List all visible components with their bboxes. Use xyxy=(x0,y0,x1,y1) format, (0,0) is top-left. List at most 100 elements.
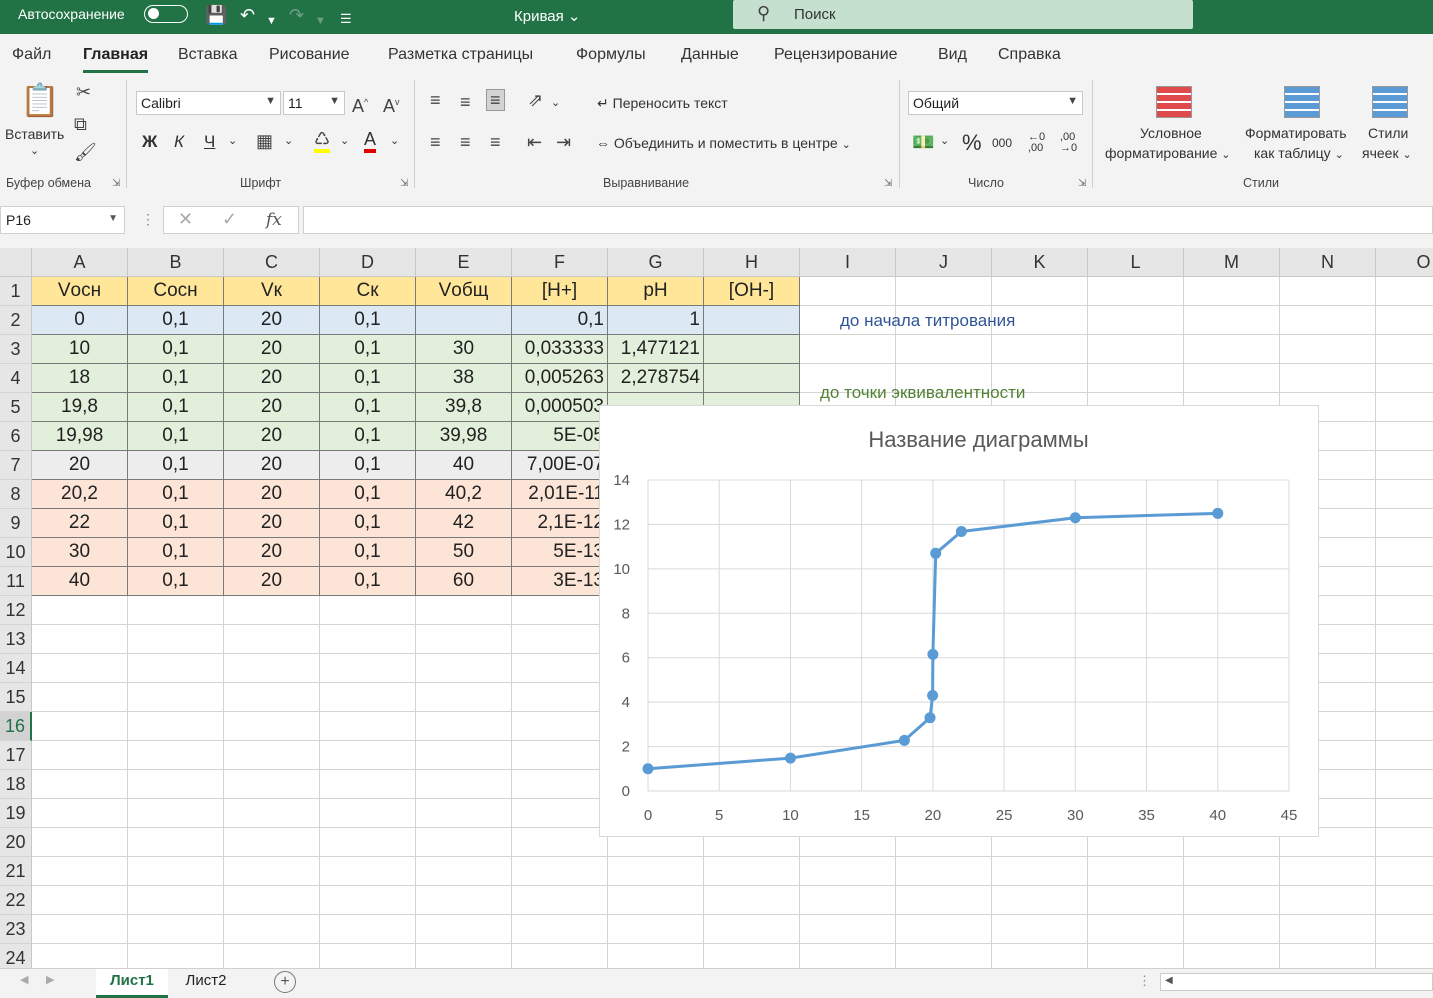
empty-cell[interactable] xyxy=(1376,944,1433,968)
document-title[interactable]: Кривая ⌄ xyxy=(514,7,580,25)
table-cell[interactable]: 0,033333 xyxy=(512,335,608,364)
empty-cell[interactable] xyxy=(416,886,512,915)
customize-toolbar-icon[interactable]: ☰ xyxy=(340,8,352,30)
empty-cell[interactable] xyxy=(512,625,608,654)
row-header[interactable]: 8 xyxy=(0,480,32,509)
row-header[interactable]: 24 xyxy=(0,944,32,968)
accounting-dropdown-icon[interactable]: ⌄ xyxy=(940,134,949,147)
column-header[interactable]: D xyxy=(320,248,416,277)
empty-cell[interactable] xyxy=(1376,683,1433,712)
name-box[interactable]: P16 ▼ xyxy=(0,206,125,234)
empty-cell[interactable] xyxy=(1376,770,1433,799)
align-center-icon[interactable]: ≡ xyxy=(460,132,471,152)
table-cell[interactable]: 30 xyxy=(416,335,512,364)
table-cell[interactable]: 20 xyxy=(224,509,320,538)
empty-cell[interactable] xyxy=(32,915,128,944)
empty-cell[interactable] xyxy=(1376,712,1433,741)
row-header[interactable]: 3 xyxy=(0,335,32,364)
decrease-font-icon[interactable]: Av xyxy=(383,92,400,116)
empty-cell[interactable] xyxy=(128,625,224,654)
tab-draw[interactable]: Рисование xyxy=(269,46,350,64)
empty-cell[interactable] xyxy=(416,712,512,741)
empty-cell[interactable] xyxy=(1376,480,1433,509)
insert-function-icon[interactable]: fx xyxy=(266,210,282,230)
row-header[interactable]: 14 xyxy=(0,654,32,683)
empty-cell[interactable] xyxy=(1088,915,1184,944)
table-cell[interactable]: 39,8 xyxy=(416,393,512,422)
table-cell[interactable]: 0,1 xyxy=(512,306,608,335)
empty-cell[interactable] xyxy=(320,857,416,886)
empty-cell[interactable] xyxy=(512,683,608,712)
table-cell[interactable]: 0,1 xyxy=(128,364,224,393)
table-cell[interactable]: 20 xyxy=(224,567,320,596)
empty-cell[interactable] xyxy=(608,886,704,915)
fill-dropdown-icon[interactable]: ⌄ xyxy=(340,134,349,147)
increase-indent-icon[interactable]: ⇥ xyxy=(556,132,571,152)
empty-cell[interactable] xyxy=(1376,625,1433,654)
increase-decimal-icon[interactable]: ←0,00 xyxy=(1028,132,1045,154)
next-sheet-icon[interactable]: ▶ xyxy=(46,973,54,986)
empty-cell[interactable] xyxy=(416,915,512,944)
empty-cell[interactable] xyxy=(704,915,800,944)
cell-styles-line1[interactable]: Стили xyxy=(1368,125,1408,141)
row-header[interactable]: 19 xyxy=(0,799,32,828)
empty-cell[interactable] xyxy=(1088,944,1184,968)
table-cell[interactable]: 20,2 xyxy=(32,480,128,509)
select-all-corner[interactable] xyxy=(0,248,32,277)
column-header[interactable]: A xyxy=(32,248,128,277)
empty-cell[interactable] xyxy=(1280,335,1376,364)
empty-cell[interactable] xyxy=(1280,886,1376,915)
table-cell[interactable]: 30 xyxy=(32,538,128,567)
empty-cell[interactable] xyxy=(1184,335,1280,364)
empty-cell[interactable] xyxy=(512,741,608,770)
row-header[interactable]: 10 xyxy=(0,538,32,567)
empty-cell[interactable] xyxy=(128,596,224,625)
alignment-launcher-icon[interactable]: ⇲ xyxy=(884,178,892,189)
align-middle-icon[interactable]: ≡ xyxy=(460,92,471,112)
increase-font-icon[interactable]: A^ xyxy=(352,92,368,116)
table-cell[interactable]: 20 xyxy=(224,364,320,393)
titration-chart[interactable]: Название диаграммы 0 2 4 6 8 10 12 14 0 5 10 15 20 25 3… xyxy=(599,405,1319,837)
table-header-cell[interactable]: Vосн xyxy=(32,277,128,306)
empty-cell[interactable] xyxy=(1088,306,1184,335)
row-header[interactable]: 2 xyxy=(0,306,32,335)
empty-cell[interactable] xyxy=(512,944,608,968)
row-header[interactable]: 13 xyxy=(0,625,32,654)
empty-cell[interactable] xyxy=(512,857,608,886)
percent-button[interactable]: % xyxy=(962,130,982,156)
underline-dropdown-icon[interactable]: ⌄ xyxy=(228,134,237,147)
empty-cell[interactable] xyxy=(1184,915,1280,944)
empty-cell[interactable] xyxy=(1280,915,1376,944)
empty-cell[interactable] xyxy=(1376,799,1433,828)
empty-cell[interactable] xyxy=(32,799,128,828)
empty-cell[interactable] xyxy=(800,886,896,915)
empty-cell[interactable] xyxy=(1280,944,1376,968)
column-header[interactable]: G xyxy=(608,248,704,277)
borders-dropdown-icon[interactable]: ⌄ xyxy=(284,134,293,147)
row-header[interactable]: 7 xyxy=(0,451,32,480)
table-cell[interactable]: 1 xyxy=(608,306,704,335)
table-cell[interactable] xyxy=(704,335,800,364)
empty-cell[interactable] xyxy=(128,654,224,683)
empty-cell[interactable] xyxy=(1376,335,1433,364)
empty-cell[interactable] xyxy=(896,886,992,915)
table-cell[interactable]: 0,1 xyxy=(320,480,416,509)
tab-home[interactable]: Главная xyxy=(83,46,149,73)
table-cell[interactable]: 0,1 xyxy=(128,480,224,509)
table-cell[interactable]: 20 xyxy=(224,480,320,509)
empty-cell[interactable] xyxy=(512,654,608,683)
empty-cell[interactable] xyxy=(1376,828,1433,857)
empty-cell[interactable] xyxy=(32,741,128,770)
borders-icon[interactable]: ▦ xyxy=(256,131,273,151)
font-launcher-icon[interactable]: ⇲ xyxy=(400,178,408,189)
paste-button[interactable]: Вставить xyxy=(5,126,64,142)
tab-splitter-icon[interactable]: ⋮ xyxy=(1138,973,1151,989)
tab-insert[interactable]: Вставка xyxy=(178,46,237,64)
empty-cell[interactable] xyxy=(1088,364,1184,393)
tab-view[interactable]: Вид xyxy=(938,46,967,64)
table-cell[interactable]: 0,1 xyxy=(320,567,416,596)
empty-cell[interactable] xyxy=(320,712,416,741)
empty-cell[interactable] xyxy=(32,828,128,857)
empty-cell[interactable] xyxy=(896,915,992,944)
row-header[interactable]: 4 xyxy=(0,364,32,393)
